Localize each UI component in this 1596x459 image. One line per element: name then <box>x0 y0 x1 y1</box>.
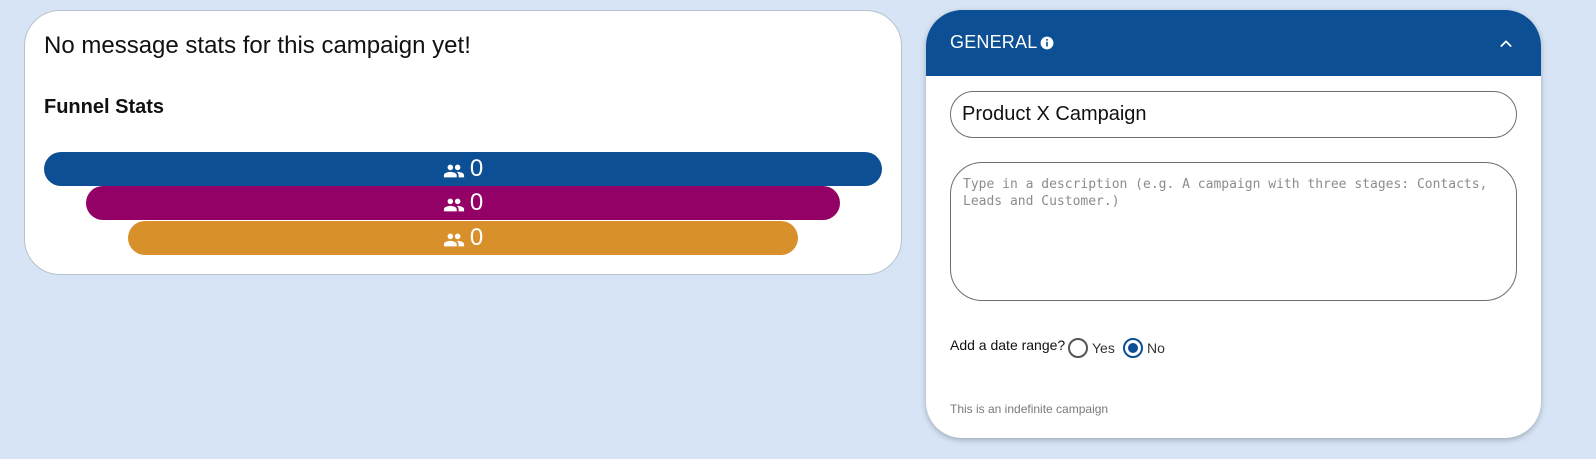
date-range-no-option[interactable]: No <box>1123 338 1165 358</box>
date-range-no-label: No <box>1147 340 1165 356</box>
general-panel: GENERAL Add a date range? Yes No This is… <box>926 10 1541 438</box>
people-icon <box>443 233 464 247</box>
people-icon <box>443 164 464 178</box>
date-range-no-radio[interactable] <box>1123 338 1143 358</box>
general-panel-title: GENERAL <box>950 32 1038 52</box>
funnel-stage-2-count: 0 <box>469 189 484 216</box>
people-icon <box>443 198 464 212</box>
funnel-stage-1-bar: 0 <box>44 152 882 186</box>
info-icon[interactable] <box>1040 36 1054 50</box>
campaign-name-input[interactable] <box>950 91 1517 138</box>
campaign-description-input[interactable] <box>950 162 1517 301</box>
date-range-yes-radio[interactable] <box>1068 338 1088 358</box>
funnel-stage-3-count: 0 <box>469 224 484 251</box>
funnel-stats-title: Funnel Stats <box>44 96 165 118</box>
funnel-stage-2-bar: 0 <box>86 186 840 220</box>
indefinite-campaign-note: This is an indefinite campaign <box>950 402 1109 416</box>
date-range-label: Add a date range? <box>950 337 1066 353</box>
chevron-up-icon[interactable] <box>1498 36 1514 52</box>
date-range-yes-option[interactable]: Yes <box>1068 338 1115 358</box>
funnel-stage-3-bar: 0 <box>128 221 798 255</box>
funnel-stage-1-count: 0 <box>469 155 484 182</box>
no-stats-message: No message stats for this campaign yet! <box>44 32 471 59</box>
date-range-yes-label: Yes <box>1092 340 1115 356</box>
campaign-stats-card: No message stats for this campaign yet! … <box>24 10 902 275</box>
general-panel-header[interactable]: GENERAL <box>926 10 1541 76</box>
